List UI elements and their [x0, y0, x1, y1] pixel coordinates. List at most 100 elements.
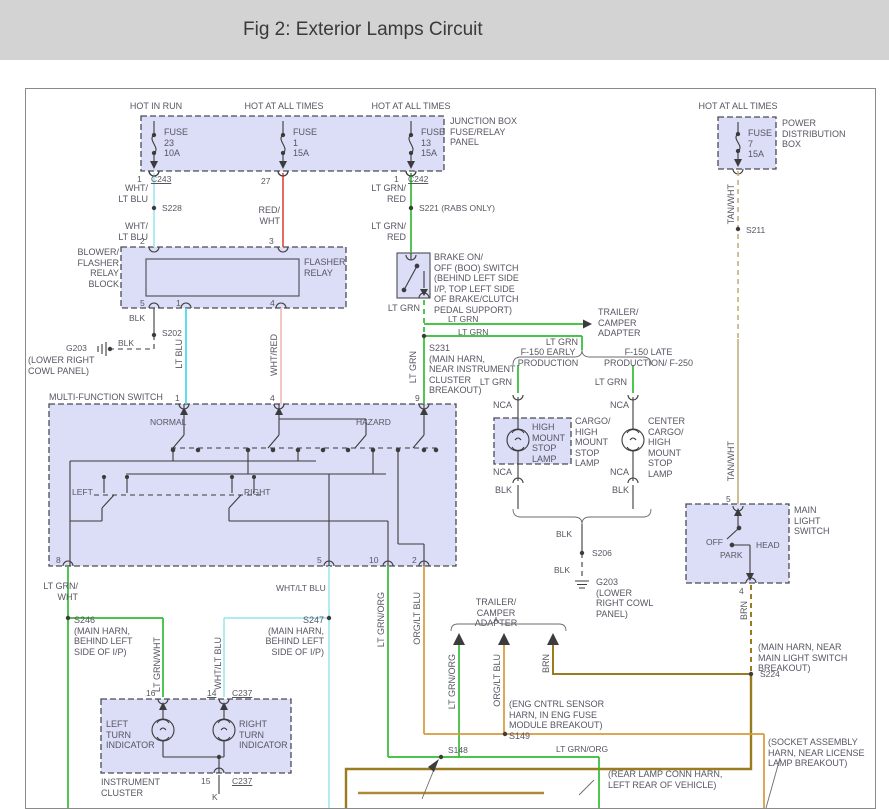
label-blk-branch-l: BLK — [494, 485, 512, 495]
pin-relay-3: 3 — [269, 236, 274, 246]
label-blk-s206-top: BLK — [556, 529, 573, 539]
label-cargo-high-mount: CARGO/ HIGH MOUNT STOP LAMP — [575, 416, 611, 469]
label-f150-early: F-150 EARLY PRODUCTION — [517, 347, 579, 368]
figure-title-bar: Fig 2: Exterior Lamps Circuit — [0, 0, 889, 60]
label-socket-note: (SOCKET ASSEMBLY HARN, NEAR LICENSE LAMP… — [768, 737, 865, 769]
label-lt-grn-wht-vertical: LT GRN/WHT — [152, 637, 162, 693]
label-flasher-relay: FLASHER RELAY — [304, 257, 346, 278]
label-hot-at-all-times-1: HOT AT ALL TIMES — [244, 101, 324, 111]
label-wht-lt-blu-1: WHT/ LT BLU — [118, 183, 148, 204]
pin-cluster-15: 15 — [201, 776, 211, 786]
label-tan-wht-top: TAN/WHT — [726, 184, 736, 225]
label-boo-switch: BRAKE ON/ OFF (BOO) SWITCH (BEHIND LEFT … — [434, 252, 519, 316]
label-wht-red: WHT/RED — [269, 334, 279, 376]
connector-c242: C242 — [408, 174, 429, 184]
label-s224: S224 — [760, 669, 780, 679]
label-g203-left: G203 — [66, 343, 87, 353]
label-hazard: HAZARD — [356, 417, 391, 427]
label-lt-blu: LT BLU — [174, 339, 184, 369]
label-center-cargo-high-mount: CENTER CARGO/ HIGH MOUNT STOP LAMP — [648, 416, 686, 480]
trailer-arrow-1 — [453, 633, 465, 645]
pin-mfs-1: 1 — [175, 393, 180, 403]
label-s228: S228 — [162, 203, 182, 213]
label-hot-at-all-times-2: HOT AT ALL TIMES — [371, 101, 451, 111]
label-lt-grn-trailer: LT GRN — [448, 314, 479, 324]
label-lt-grn-wht: LT GRN/ WHT — [43, 581, 78, 602]
label-s231-block: S231 (MAIN HARN, NEAR INSTRUMENT CLUSTER… — [429, 343, 516, 396]
pin-mfs-2: 2 — [412, 555, 417, 565]
wire-brn-trailer — [552, 645, 749, 675]
label-s202: S202 — [162, 328, 182, 338]
multi-function-switch-box — [48, 403, 457, 567]
label-fuse-23: FUSE 23 10A — [164, 127, 189, 159]
pin-relay-4: 4 — [270, 298, 275, 308]
pin-mfs-9: 9 — [415, 393, 420, 403]
label-lt-grn-org-v1: LT GRN/ORG — [376, 592, 386, 648]
label-head: HEAD — [756, 540, 780, 550]
label-brn-trailer: BRN — [541, 654, 551, 674]
label-hot-in-run: HOT IN RUN — [129, 101, 183, 111]
label-nca-3: NCA — [492, 467, 512, 477]
pin-cluster-16: 16 — [146, 688, 156, 698]
label-nca-2: NCA — [609, 400, 629, 410]
label-right: RIGHT — [244, 487, 271, 497]
label-power-distribution-box: POWER DISTRIBUTION BOX — [782, 118, 846, 150]
label-blower-flasher-relay-block: BLOWER/ FLASHER RELAY BLOCK — [77, 247, 119, 289]
label-instrument-cluster: INSTRUMENT CLUSTER — [101, 777, 160, 798]
label-s206: S206 — [592, 548, 612, 558]
label-tan-wht-mls: TAN/WHT — [726, 441, 736, 482]
label-trailer-adapter-top: TRAILER/ CAMPER ADAPTER — [598, 307, 641, 339]
label-rear-lamp-note: (REAR LAMP CONN HARN, LEFT REAR OF VEHIC… — [608, 769, 723, 790]
label-lt-grn-stop: LT GRN — [458, 327, 489, 337]
figure-title: Fig 2: Exterior Lamps Circuit — [243, 19, 483, 40]
label-f150-late: F-150 LATE PRODUCTION/ F-250 — [603, 347, 693, 368]
pin-mfs-5: 5 — [317, 555, 322, 565]
connector-c237-top: C237 — [232, 688, 253, 698]
label-nca-1: NCA — [492, 400, 512, 410]
trailer-arrow-3 — [547, 633, 559, 645]
label-k: K — [212, 792, 218, 802]
label-lt-grn-branch-l: LT GRN — [479, 377, 512, 387]
pin-mfs-8: 8 — [56, 555, 61, 565]
label-junction-box: JUNCTION BOX FUSE/RELAY PANEL — [450, 116, 518, 148]
label-red-wht: RED/ WHT — [258, 205, 280, 226]
label-left-turn-indicator: LEFT TURN INDICATOR — [106, 719, 155, 751]
brace-converge — [512, 508, 652, 525]
pin-relay-2: 2 — [140, 236, 145, 246]
flasher-relay-box — [145, 258, 300, 297]
label-wht-lt-blu-vertical: WHT/LT BLU — [213, 637, 223, 690]
label-nca-4: NCA — [609, 467, 629, 477]
pin-relay-5: 5 — [140, 298, 145, 308]
label-lt-grn-branch-r: LT GRN — [594, 377, 627, 387]
pin-mfs-10: 10 — [369, 555, 379, 565]
label-blk-s206-bot: BLK — [554, 565, 571, 575]
label-lt-grn-red-1: LT GRN/ RED — [371, 183, 406, 204]
label-g203-center: G203 (LOWER RIGHT COWL PANEL) — [596, 577, 654, 619]
label-high-mount-stop-lamp: HIGH MOUNT STOP LAMP — [532, 422, 565, 464]
connector-c243: C243 — [151, 174, 172, 184]
label-trailer-adapter-bottom: TRAILER/ CAMPER ADAPTER — [474, 597, 518, 629]
label-s247-block: S247 (MAIN HARN, BEHIND LEFT SIDE OF I/P… — [265, 615, 324, 657]
label-lt-grn-vertical: LT GRN — [408, 351, 418, 384]
label-org-lt-blu-v2: ORG/LT BLU — [492, 654, 502, 707]
label-s149-block: (ENG CNTRL SENSOR HARN, IN ENG FUSE MODU… — [509, 699, 605, 741]
label-lt-grn-org-h: LT GRN/ORG — [556, 744, 609, 754]
lamp-bottom-connectors — [512, 477, 639, 484]
label-wht-lt-blu-single: WHT/LT BLU — [276, 583, 326, 593]
pin-cluster-14: 14 — [207, 688, 217, 698]
label-lower-right-cowl: (LOWER RIGHT COWL PANEL) — [28, 355, 95, 376]
trailer-arrow-right — [583, 319, 592, 329]
label-s221: S221 (RABS ONLY) — [419, 203, 495, 213]
label-right-turn-indicator: RIGHT TURN INDICATOR — [239, 719, 288, 751]
ground-symbol-g203-left — [97, 342, 107, 356]
label-brn-mls: BRN — [739, 601, 749, 621]
label-fuse-7: FUSE 7 15A — [748, 128, 773, 160]
connector-c237-bottom: C237 — [232, 776, 253, 786]
label-left: LEFT — [72, 487, 93, 497]
label-lt-grn-org-v2: LT GRN/ORG — [447, 654, 457, 710]
pin-27: 27 — [261, 176, 271, 186]
label-normal: NORMAL — [150, 417, 187, 427]
label-org-lt-blu-v1: ORG/LT BLU — [412, 592, 422, 645]
pointer-rear-lamp — [578, 779, 595, 796]
label-multi-function-switch: MULTI-FUNCTION SWITCH — [49, 392, 163, 402]
